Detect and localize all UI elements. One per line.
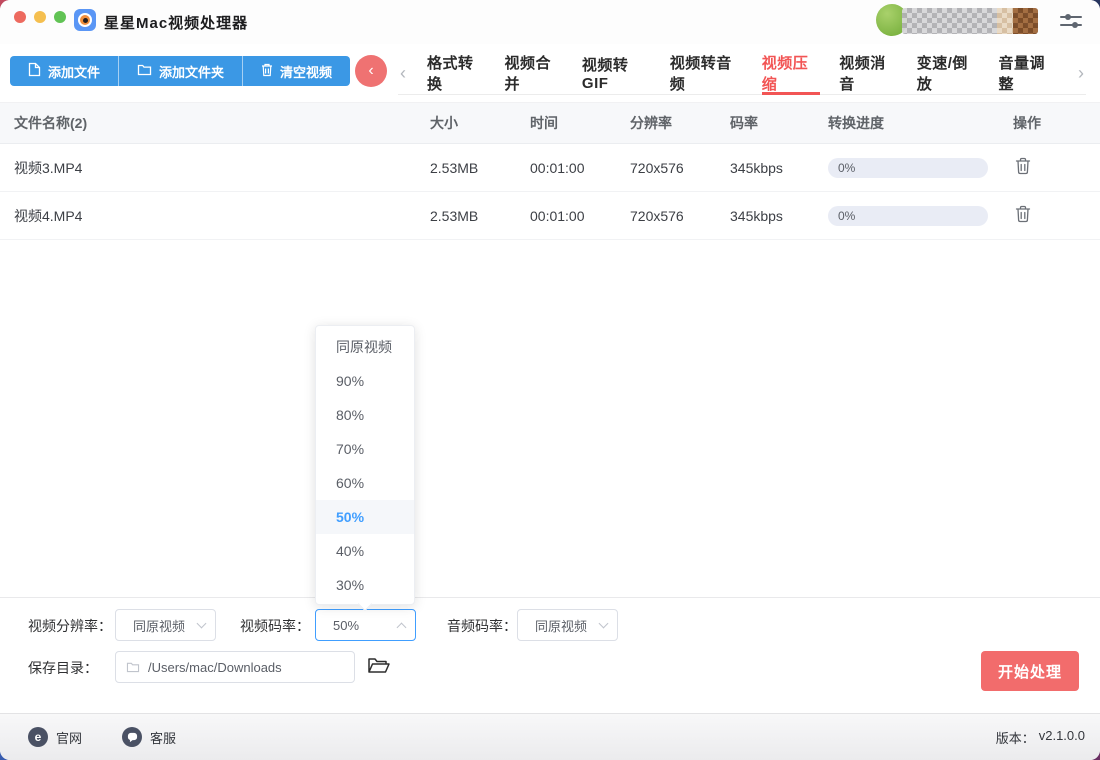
app-logo-icon (74, 9, 96, 31)
progress-value: 0% (838, 209, 855, 223)
support-label: 客服 (150, 728, 176, 747)
settings-sliders-icon[interactable] (1060, 12, 1082, 30)
dropdown-option[interactable]: 80% (316, 398, 414, 432)
zoom-window-button[interactable] (54, 11, 66, 23)
tabs-scroll-right-icon[interactable]: › (1076, 64, 1086, 82)
settings-panel: 视频分辨率： 同原视频 视频码率： 50% 音频码率： 同原视频 保存目录： /… (0, 597, 1100, 713)
table-row: 视频4.MP4 2.53MB 00:01:00 720x576 345kbps … (0, 192, 1100, 240)
tab-video-compress[interactable]: 视频压缩 (762, 52, 820, 95)
version-label: 版本： (996, 728, 1035, 747)
file-duration: 00:01:00 (530, 160, 630, 176)
dropdown-option[interactable]: 40% (316, 534, 414, 568)
tabs-scroll-left-icon[interactable]: ‹ (398, 64, 408, 82)
chevron-down-icon (599, 618, 609, 628)
progress-bar: 0% (828, 206, 988, 226)
start-processing-button[interactable]: 开始处理 (981, 651, 1079, 691)
file-duration: 00:01:00 (530, 208, 630, 224)
tab-volume-adjust[interactable]: 音量调整 (999, 52, 1057, 95)
support-link[interactable]: 客服 (122, 727, 176, 747)
version-info: 版本： v2.1.0.0 (996, 728, 1085, 747)
folder-open-icon (367, 656, 390, 675)
titlebar: 星星Mac视频处理器 (0, 0, 1100, 44)
browse-folder-button[interactable] (366, 656, 390, 678)
file-resolution: 720x576 (630, 160, 730, 176)
video-bitrate-label: 视频码率： (240, 616, 310, 636)
tab-video-merge[interactable]: 视频合并 (504, 52, 562, 95)
app-title: 星星Mac视频处理器 (104, 12, 248, 33)
add-folder-button[interactable]: 添加文件夹 (118, 56, 242, 86)
tab-video-mute[interactable]: 视频消音 (839, 52, 897, 95)
dropdown-option-selected[interactable]: 50% (316, 500, 414, 534)
website-label: 官网 (56, 728, 82, 747)
folder-icon (126, 661, 140, 673)
clear-videos-label: 清空视频 (280, 62, 332, 81)
resolution-select[interactable]: 同原视频 (115, 609, 216, 641)
version-value: v2.1.0.0 (1039, 728, 1085, 747)
dropdown-option[interactable]: 90% (316, 364, 414, 398)
toolbar-button-group: 添加文件 添加文件夹 清空视频 (10, 56, 350, 86)
resolution-label: 视频分辨率： (28, 616, 112, 636)
add-file-button[interactable]: 添加文件 (10, 56, 118, 86)
add-file-label: 添加文件 (48, 62, 100, 81)
table-header-row: 文件名称(2) 大小 时间 分辨率 码率 转换进度 操作 (0, 102, 1100, 144)
video-bitrate-value: 50% (333, 618, 359, 633)
dropdown-option[interactable]: 同原视频 (316, 330, 414, 364)
delete-row-button[interactable] (1013, 205, 1033, 227)
col-filename: 文件名称(2) (0, 113, 430, 133)
chevron-up-icon (397, 622, 407, 632)
file-name: 视频4.MP4 (0, 206, 430, 226)
trash-icon (261, 63, 273, 80)
web-icon: e (28, 727, 48, 747)
resolution-value: 同原视频 (133, 616, 185, 635)
audio-bitrate-value: 同原视频 (535, 616, 587, 635)
audio-bitrate-label: 音频码率： (447, 616, 517, 636)
file-table: 文件名称(2) 大小 时间 分辨率 码率 转换进度 操作 视频3.MP4 2.5… (0, 102, 1100, 240)
tab-bar: ‹ 格式转换 视频合并 视频转GIF 视频转音频 视频压缩 视频消音 变速/倒放… (398, 52, 1086, 95)
clear-videos-button[interactable]: 清空视频 (242, 56, 350, 86)
footer: e 官网 客服 版本： v2.1.0.0 (0, 713, 1100, 760)
website-link[interactable]: e 官网 (28, 727, 82, 747)
save-dir-label: 保存目录： (28, 658, 98, 678)
tab-speed-reverse[interactable]: 变速/倒放 (917, 52, 980, 95)
chat-icon (122, 727, 142, 747)
progress-value: 0% (838, 161, 855, 175)
col-operations: 操作 (1005, 113, 1100, 133)
progress-bar: 0% (828, 158, 988, 178)
trash-icon (1015, 205, 1031, 223)
save-dir-input[interactable]: /Users/mac/Downloads (115, 651, 355, 683)
file-size: 2.53MB (430, 160, 530, 176)
tab-video-to-audio[interactable]: 视频转音频 (670, 52, 743, 95)
col-bitrate: 码率 (730, 113, 815, 133)
file-resolution: 720x576 (630, 208, 730, 224)
dropdown-option[interactable]: 70% (316, 432, 414, 466)
app-window: 星星Mac视频处理器 添加文件 添加文件夹 (0, 0, 1100, 760)
add-folder-label: 添加文件夹 (159, 62, 224, 81)
file-size: 2.53MB (430, 208, 530, 224)
tab-video-to-gif[interactable]: 视频转GIF (582, 52, 651, 95)
folder-icon (137, 63, 152, 79)
close-window-button[interactable] (14, 11, 26, 23)
file-name: 视频3.MP4 (0, 158, 430, 178)
table-row: 视频3.MP4 2.53MB 00:01:00 720x576 345kbps … (0, 144, 1100, 192)
trash-icon (1015, 157, 1031, 175)
save-dir-value: /Users/mac/Downloads (148, 660, 282, 675)
video-bitrate-select[interactable]: 50% (315, 609, 416, 641)
dropdown-option[interactable]: 60% (316, 466, 414, 500)
tab-format-convert[interactable]: 格式转换 (427, 52, 485, 95)
collapse-back-button[interactable]: ‹ (355, 55, 387, 87)
col-resolution: 分辨率 (630, 113, 730, 133)
col-duration: 时间 (530, 113, 630, 133)
chevron-left-icon: ‹ (368, 62, 373, 80)
col-size: 大小 (430, 113, 530, 133)
bitrate-dropdown-menu: 同原视频 90% 80% 70% 60% 50% 40% 30% (315, 325, 415, 605)
file-icon (28, 62, 41, 80)
username-blurred (902, 8, 1038, 34)
col-progress: 转换进度 (815, 113, 1005, 133)
minimize-window-button[interactable] (34, 11, 46, 23)
chevron-down-icon (197, 618, 207, 628)
audio-bitrate-select[interactable]: 同原视频 (517, 609, 618, 641)
delete-row-button[interactable] (1013, 157, 1033, 179)
file-bitrate: 345kbps (730, 208, 815, 224)
file-bitrate: 345kbps (730, 160, 815, 176)
